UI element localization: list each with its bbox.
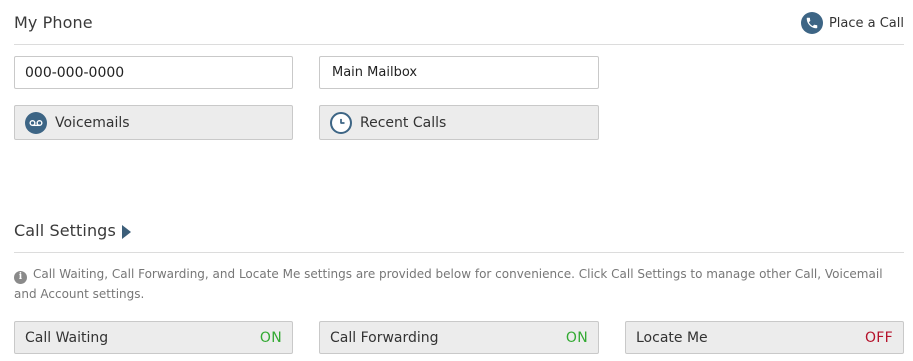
- recent-calls-label: Recent Calls: [360, 114, 447, 131]
- phone-number-field[interactable]: 000-000-0000: [14, 56, 293, 89]
- triangle-right-icon: [121, 224, 131, 239]
- toggle-label: Call Waiting: [25, 329, 109, 346]
- locate-me-toggle[interactable]: Locate Me OFF: [625, 321, 904, 354]
- toggle-label: Locate Me: [636, 329, 708, 346]
- mailbox-value: Main Mailbox: [332, 65, 418, 80]
- toggle-label: Call Forwarding: [330, 329, 439, 346]
- call-waiting-toggle[interactable]: Call Waiting ON: [14, 321, 293, 354]
- toggle-state: ON: [259, 329, 282, 346]
- divider: [14, 252, 904, 253]
- voicemails-button[interactable]: Voicemails: [14, 105, 293, 140]
- phone-icon: [800, 12, 823, 34]
- voicemail-icon: [25, 111, 47, 134]
- info-text-body: Call Waiting, Call Forwarding, and Locat…: [14, 267, 883, 301]
- call-forwarding-toggle[interactable]: Call Forwarding ON: [319, 321, 599, 354]
- toggle-state: ON: [565, 329, 588, 346]
- info-icon: i: [14, 270, 27, 284]
- phone-number-value: 000-000-0000: [25, 64, 125, 81]
- voicemails-label: Voicemails: [55, 114, 130, 131]
- toggle-state: OFF: [864, 329, 893, 346]
- page-title: My Phone: [14, 13, 93, 32]
- info-text: i Call Waiting, Call Forwarding, and Loca…: [14, 264, 894, 304]
- my-phone-page: My Phone Place a Call 000-000-0000 Main …: [0, 0, 913, 361]
- call-settings-link[interactable]: Call Settings: [14, 221, 131, 240]
- divider: [14, 44, 904, 45]
- call-settings-label: Call Settings: [14, 221, 116, 240]
- place-call-label: Place a Call: [828, 15, 904, 31]
- recent-calls-button[interactable]: Recent Calls: [319, 105, 599, 140]
- clock-icon: [330, 111, 352, 134]
- place-call-button[interactable]: Place a Call: [800, 12, 904, 34]
- mailbox-field[interactable]: Main Mailbox: [319, 56, 599, 89]
